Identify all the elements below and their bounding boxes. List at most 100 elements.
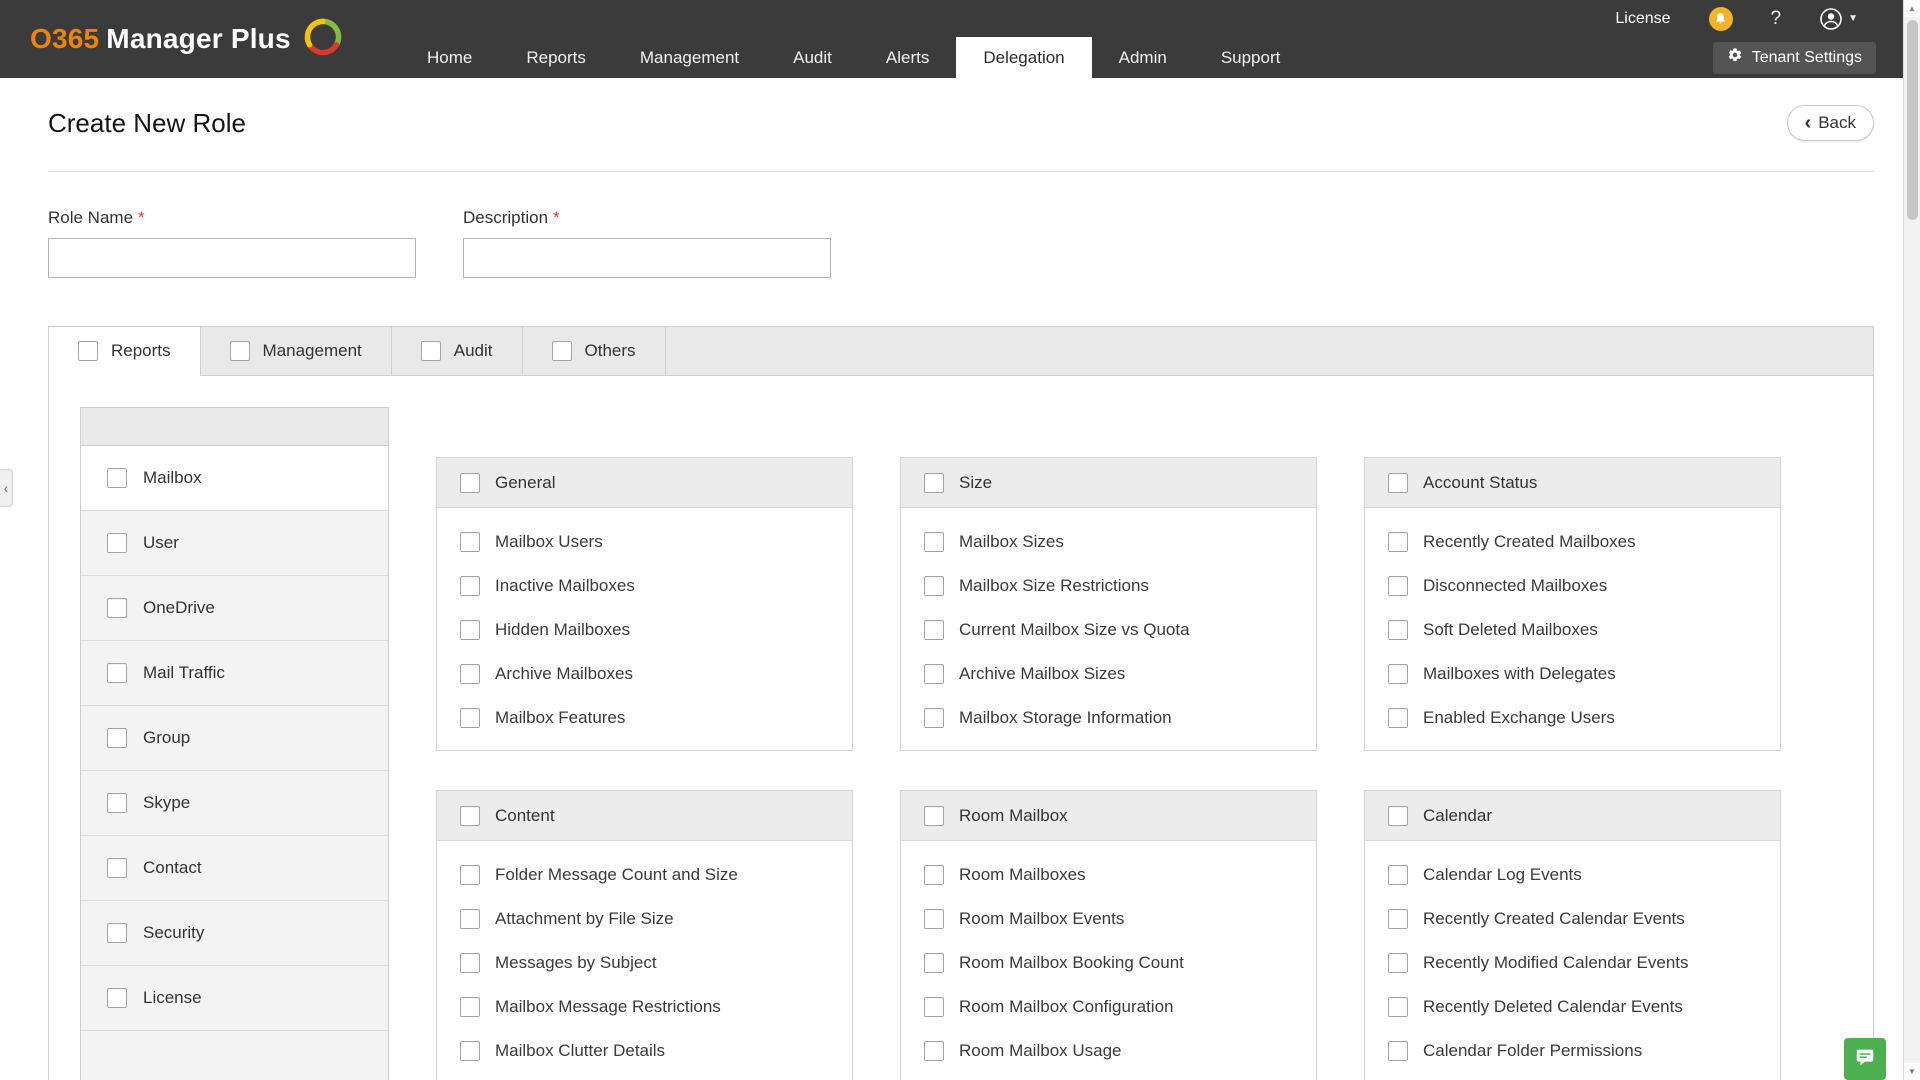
report-item[interactable]: Mailbox Clutter Details (437, 1029, 852, 1073)
sidebar-item-mailbox[interactable]: Mailbox (81, 446, 388, 511)
report-item-checkbox[interactable] (924, 909, 944, 929)
report-item-checkbox[interactable] (924, 664, 944, 684)
sidebar-item-skype[interactable]: Skype (81, 771, 388, 836)
tab-management-checkbox[interactable] (230, 341, 250, 361)
chat-button[interactable] (1844, 1038, 1886, 1080)
report-item[interactable]: Recently Deleted Calendar Events (1365, 985, 1780, 1029)
report-item-checkbox[interactable] (924, 953, 944, 973)
report-item[interactable]: Room Mailboxes (901, 853, 1316, 897)
report-item[interactable]: Mailbox Storage Information (901, 696, 1316, 740)
report-item-checkbox[interactable] (460, 1041, 480, 1061)
card-select-checkbox[interactable] (460, 473, 480, 493)
tab-audit[interactable]: Audit (392, 327, 523, 375)
back-button[interactable]: ‹ Back (1787, 105, 1874, 141)
report-item[interactable]: Hidden Mailboxes (437, 608, 852, 652)
card-select-checkbox[interactable] (924, 806, 944, 826)
tab-reports-checkbox[interactable] (78, 341, 98, 361)
tenant-settings-button[interactable]: Tenant Settings (1713, 42, 1876, 74)
report-item[interactable]: Recently Created Mailboxes (1365, 520, 1780, 564)
scrollbar[interactable]: ▲ ▼ (1903, 0, 1920, 1080)
report-item-checkbox[interactable] (1388, 576, 1408, 596)
report-item-checkbox[interactable] (1388, 620, 1408, 640)
card-header[interactable]: Calendar (1365, 791, 1780, 841)
nav-reports[interactable]: Reports (499, 37, 613, 78)
report-item-checkbox[interactable] (460, 664, 480, 684)
help-icon[interactable]: ? (1771, 8, 1782, 30)
tab-reports[interactable]: Reports (49, 327, 201, 375)
report-item-checkbox[interactable] (1388, 953, 1408, 973)
report-item-checkbox[interactable] (924, 620, 944, 640)
card-header[interactable]: Account Status (1365, 458, 1780, 508)
card-header[interactable]: Content (437, 791, 852, 841)
report-item[interactable]: Mailbox Sizes (901, 520, 1316, 564)
report-item-checkbox[interactable] (460, 997, 480, 1017)
category-checkbox[interactable] (107, 793, 127, 813)
report-item-checkbox[interactable] (460, 909, 480, 929)
role-name-input[interactable] (48, 238, 416, 278)
sidebar-item-contact[interactable]: Contact (81, 836, 388, 901)
report-item[interactable]: Current Mailbox Size vs Quota (901, 608, 1316, 652)
card-select-checkbox[interactable] (1388, 473, 1408, 493)
sidebar-item-security[interactable]: Security (81, 901, 388, 966)
tab-audit-checkbox[interactable] (421, 341, 441, 361)
report-item[interactable]: Recently Created Calendar Events (1365, 897, 1780, 941)
report-item-checkbox[interactable] (460, 576, 480, 596)
notifications-icon[interactable] (1709, 7, 1733, 31)
nav-support[interactable]: Support (1194, 37, 1308, 78)
report-item[interactable]: Enabled Exchange Users (1365, 696, 1780, 740)
report-item-checkbox[interactable] (924, 865, 944, 885)
report-item[interactable]: Archive Mailbox Sizes (901, 652, 1316, 696)
report-item-checkbox[interactable] (460, 532, 480, 552)
report-item[interactable]: Calendar Log Events (1365, 853, 1780, 897)
sidebar-item-mail-traffic[interactable]: Mail Traffic (81, 641, 388, 706)
report-item-checkbox[interactable] (924, 532, 944, 552)
category-checkbox[interactable] (107, 858, 127, 878)
report-item-checkbox[interactable] (1388, 1041, 1408, 1061)
card-select-checkbox[interactable] (460, 806, 480, 826)
report-item[interactable]: Mailbox Message Restrictions (437, 985, 852, 1029)
description-input[interactable] (463, 238, 831, 278)
sidebar-item-user[interactable]: User (81, 511, 388, 576)
report-item[interactable]: Messages by Subject (437, 941, 852, 985)
report-item-checkbox[interactable] (924, 1041, 944, 1061)
report-item[interactable]: Calendar Folder Permissions (1365, 1029, 1780, 1073)
license-link[interactable]: License (1615, 10, 1670, 28)
tab-others-checkbox[interactable] (552, 341, 572, 361)
report-item-checkbox[interactable] (924, 997, 944, 1017)
scrollbar-thumb[interactable] (1907, 20, 1918, 220)
report-item[interactable]: Mailbox Users (437, 520, 852, 564)
report-item-checkbox[interactable] (1388, 708, 1408, 728)
scroll-up-icon[interactable]: ▲ (1904, 0, 1920, 17)
report-item[interactable]: Room Mailbox Usage (901, 1029, 1316, 1073)
nav-audit[interactable]: Audit (766, 37, 859, 78)
report-item-checkbox[interactable] (1388, 997, 1408, 1017)
report-item[interactable]: Mailbox Features (437, 696, 852, 740)
user-menu[interactable]: ▼ (1819, 7, 1858, 31)
category-checkbox[interactable] (107, 728, 127, 748)
nav-delegation[interactable]: Delegation (956, 37, 1091, 78)
sidebar-item-license[interactable]: License (81, 966, 388, 1031)
card-header[interactable]: Room Mailbox (901, 791, 1316, 841)
card-header[interactable]: General (437, 458, 852, 508)
report-item-checkbox[interactable] (460, 620, 480, 640)
report-item[interactable]: Folder Message Count and Size (437, 853, 852, 897)
nav-admin[interactable]: Admin (1092, 37, 1194, 78)
sidebar-item-onedrive[interactable]: OneDrive (81, 576, 388, 641)
app-logo[interactable]: O365Manager Plus (0, 0, 360, 78)
sidebar-collapse-handle[interactable]: ‹ (0, 469, 13, 507)
report-item-checkbox[interactable] (460, 865, 480, 885)
report-item[interactable]: Room Mailbox Booking Count (901, 941, 1316, 985)
report-item-checkbox[interactable] (1388, 865, 1408, 885)
scroll-down-icon[interactable]: ▼ (1904, 1063, 1920, 1080)
report-item-checkbox[interactable] (1388, 532, 1408, 552)
nav-management[interactable]: Management (613, 37, 766, 78)
report-item[interactable]: Attachment by File Size (437, 897, 852, 941)
sidebar-item-group[interactable]: Group (81, 706, 388, 771)
report-item[interactable]: Disconnected Mailboxes (1365, 564, 1780, 608)
tab-management[interactable]: Management (201, 327, 392, 375)
tab-others[interactable]: Others (523, 327, 666, 375)
report-item-checkbox[interactable] (460, 953, 480, 973)
nav-alerts[interactable]: Alerts (859, 37, 956, 78)
report-item[interactable]: Recently Modified Calendar Events (1365, 941, 1780, 985)
report-item[interactable]: Inactive Mailboxes (437, 564, 852, 608)
